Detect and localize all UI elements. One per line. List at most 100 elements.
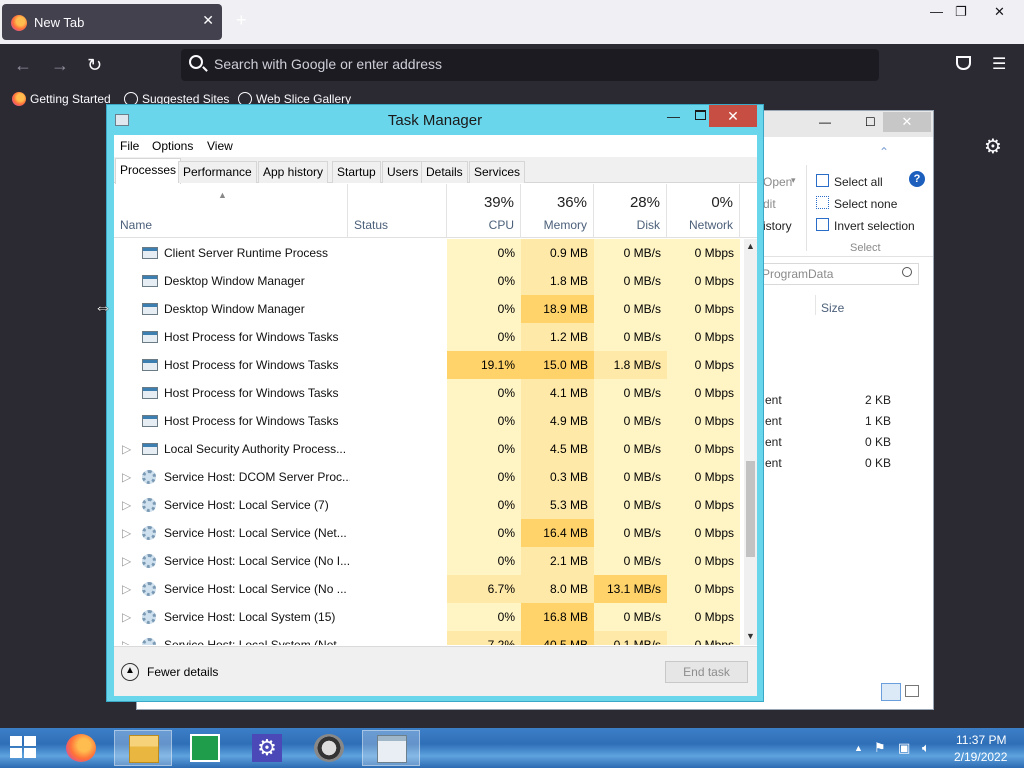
close-icon[interactable]: ✕ <box>709 105 757 127</box>
table-row[interactable]: Desktop Window Manager 0% 18.9 MB 0 MB/s 0 M… <box>114 295 744 323</box>
bookmark-getting-started[interactable]: Getting Started <box>12 92 111 106</box>
table-row[interactable]: ▷ Service Host: Local Service (7) 0% 5.3 MB… <box>114 491 744 519</box>
back-arrow-icon[interactable]: ← <box>14 55 32 76</box>
browser-close-icon[interactable]: ✕ <box>994 4 1005 20</box>
table-row[interactable]: Host Process for Windows Tasks 19.1% 15.0 … <box>114 351 744 379</box>
ribbon-history[interactable]: istory <box>763 219 792 233</box>
address-input[interactable] <box>214 56 854 72</box>
expand-chevron-icon[interactable]: ▷ <box>122 631 134 645</box>
service-gear-icon <box>142 498 156 512</box>
taskbar-store[interactable] <box>176 730 234 766</box>
tab-app-history[interactable]: App history <box>258 161 329 183</box>
menu-options[interactable]: Options <box>152 139 193 153</box>
table-row[interactable]: Host Process for Windows Tasks 0% 4.1 MB 0 … <box>114 379 744 407</box>
tab-users[interactable]: Users <box>382 161 424 183</box>
table-row[interactable]: ▷ Service Host: Local Service (No ... 6.7%… <box>114 575 744 603</box>
process-window-icon <box>142 275 158 287</box>
expand-chevron-icon[interactable]: ▷ <box>122 603 134 631</box>
expand-chevron-icon[interactable]: ▷ <box>122 575 134 603</box>
taskbar-raccoon-app[interactable] <box>300 730 358 766</box>
table-row[interactable]: Host Process for Windows Tasks 0% 1.2 MB 0 … <box>114 323 744 351</box>
tab-services[interactable]: Services <box>469 161 526 183</box>
maximize-icon[interactable] <box>695 110 706 120</box>
explorer-close-icon[interactable]: ✕ <box>883 112 931 132</box>
tab-processes[interactable]: Processes <box>115 158 182 184</box>
scrollbar-thumb[interactable] <box>746 461 755 557</box>
column-header-cpu[interactable]: 39% CPU <box>447 184 521 238</box>
table-row[interactable]: ▷ Service Host: Local System (15) 0% 16.8 M… <box>114 603 744 631</box>
ribbon-collapse-icon[interactable]: ⌃ <box>879 145 889 159</box>
select-all-button[interactable]: Select all <box>834 175 883 189</box>
address-bar[interactable] <box>181 49 879 81</box>
column-header-disk[interactable]: 28% Disk <box>594 184 667 238</box>
expand-chevron-icon[interactable]: ▷ <box>122 547 134 575</box>
expand-chevron-icon[interactable]: ▷ <box>122 519 134 547</box>
fewer-details-chevron-icon[interactable]: ▲ <box>121 663 139 681</box>
browser-minimize-icon[interactable]: — <box>930 4 943 19</box>
invert-selection-button[interactable]: Invert selection <box>834 219 915 233</box>
process-memory: 0.9 MB <box>521 239 594 267</box>
fewer-details-link[interactable]: Fewer details <box>147 665 218 679</box>
taskbar-firefox[interactable] <box>52 730 110 766</box>
scroll-down-icon[interactable]: ▼ <box>746 631 755 641</box>
table-row[interactable]: ▷ Service Host: Local Service (Net... 0% 16… <box>114 519 744 547</box>
large-icons-view-icon[interactable] <box>905 685 919 697</box>
menu-view[interactable]: View <box>207 139 233 153</box>
table-row[interactable]: Desktop Window Manager 0% 1.8 MB 0 MB/s 0 Mb… <box>114 267 744 295</box>
explorer-minimize-icon[interactable]: — <box>819 115 831 129</box>
table-row[interactable]: ▷ Local Security Authority Process... 0% 4.… <box>114 435 744 463</box>
reload-icon[interactable]: ↻ <box>87 55 102 76</box>
ribbon-open-dropdown-icon[interactable]: ▾ <box>791 175 796 186</box>
taskbar-task-manager[interactable] <box>362 730 420 766</box>
table-row[interactable]: Client Server Runtime Process 0% 0.9 MB 0 M… <box>114 239 744 267</box>
minimize-icon[interactable]: — <box>667 109 680 124</box>
table-row[interactable]: ▷ Service Host: Local System (Net... 7.2% 4… <box>114 631 744 645</box>
pocket-icon[interactable] <box>956 56 971 70</box>
ribbon-open[interactable]: Open <box>763 175 792 189</box>
tab-details[interactable]: Details <box>421 161 468 183</box>
expand-chevron-icon <box>122 239 134 267</box>
network-icon[interactable]: ▣ <box>898 740 910 756</box>
taskbar-file-explorer[interactable] <box>114 730 172 766</box>
select-none-button[interactable]: Select none <box>834 197 897 211</box>
scroll-up-icon[interactable]: ▲ <box>746 241 755 251</box>
start-button[interactable] <box>10 736 38 760</box>
end-task-button[interactable]: End task <box>665 661 748 683</box>
column-header-name[interactable]: Name <box>114 184 348 238</box>
new-tab-button[interactable]: + <box>236 10 247 31</box>
clock-time[interactable]: 11:37 PM <box>956 733 1006 747</box>
hamburger-menu-icon[interactable]: ☰ <box>992 54 1006 74</box>
tab-performance[interactable]: Performance <box>178 161 257 183</box>
taskbar-settings[interactable]: ⚙ <box>238 730 296 766</box>
column-header-memory[interactable]: 36% Memory <box>521 184 594 238</box>
menu-bar: File Options View <box>114 135 757 157</box>
menu-file[interactable]: File <box>120 139 139 153</box>
explorer-search-box[interactable]: ProgramData <box>759 263 919 285</box>
expand-chevron-icon[interactable]: ▷ <box>122 435 134 463</box>
column-header-network[interactable]: 0% Network <box>667 184 740 238</box>
newtab-settings-gear-icon[interactable]: ⚙ <box>984 134 1002 159</box>
expand-chevron-icon[interactable]: ▷ <box>122 463 134 491</box>
forward-arrow-icon[interactable]: → <box>51 55 69 76</box>
table-row[interactable]: ▷ Service Host: Local Service (No I... 0% 2… <box>114 547 744 575</box>
explorer-maximize-icon[interactable]: ☐ <box>865 115 876 129</box>
volume-icon[interactable]: 🔈︎ <box>922 740 930 756</box>
browser-tab[interactable]: New Tab ✕ <box>2 4 222 40</box>
expand-chevron-icon[interactable]: ▷ <box>122 491 134 519</box>
column-header-status[interactable]: Status <box>348 184 447 238</box>
table-row[interactable]: ▷ Service Host: DCOM Server Proc... 0% 0.3 … <box>114 463 744 491</box>
ribbon-edit[interactable]: dit <box>763 197 776 211</box>
tab-startup[interactable]: Startup <box>332 161 381 183</box>
table-row[interactable]: Host Process for Windows Tasks 0% 4.9 MB 0 … <box>114 407 744 435</box>
browser-restore-icon[interactable]: ❐ <box>955 4 967 20</box>
process-list-scrollbar[interactable]: ▲ ▼ <box>744 239 757 645</box>
tab-close-icon[interactable]: ✕ <box>202 12 214 29</box>
action-center-flag-icon[interactable]: ⚑ <box>874 740 886 756</box>
task-manager-titlebar[interactable]: Task Manager — ✕ <box>107 105 763 135</box>
clock-date[interactable]: 2/19/2022 <box>954 750 1007 764</box>
help-icon[interactable]: ? <box>909 171 925 187</box>
details-view-icon[interactable] <box>881 683 901 701</box>
task-manager-client: File Options View Processes Performance … <box>114 135 757 696</box>
column-header-size[interactable]: Size <box>821 301 844 315</box>
show-hidden-icons-icon[interactable]: ▲ <box>854 743 863 753</box>
